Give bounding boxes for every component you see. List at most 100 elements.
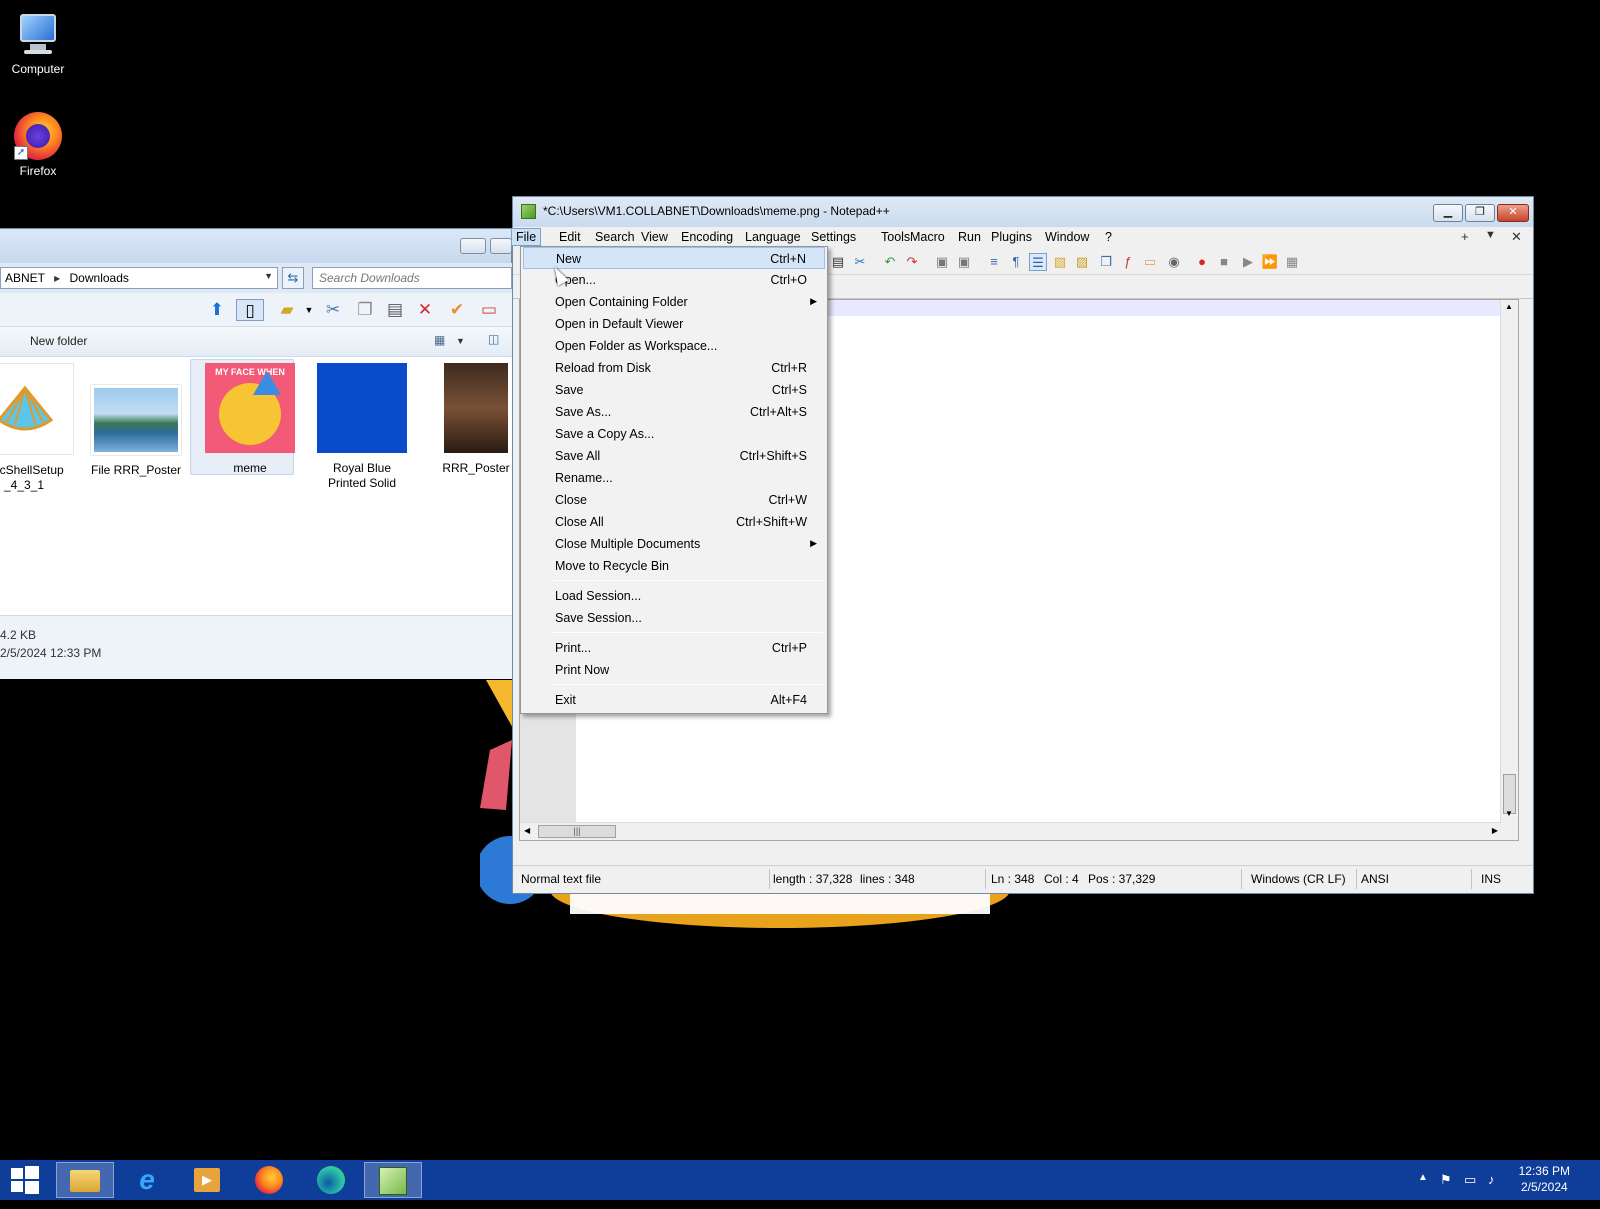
menu-item-print[interactable]: Print... Ctrl+P <box>523 637 825 659</box>
scroll-down-icon[interactable]: ▼ <box>1505 809 1513 818</box>
maximize-button[interactable]: ❐ <box>1465 204 1495 222</box>
view-options-icon[interactable]: ▦ <box>434 333 445 347</box>
indent-guide-icon[interactable]: ▧ <box>1051 253 1069 271</box>
menu-language[interactable]: Language <box>745 230 801 244</box>
record-macro-icon[interactable]: ● <box>1193 253 1211 271</box>
menu-search[interactable]: Search <box>595 230 635 244</box>
undo-icon[interactable]: ↶ <box>881 253 899 271</box>
minimize-button[interactable] <box>460 238 486 254</box>
word-wrap-icon[interactable]: ☰ <box>1029 253 1047 271</box>
menu-window[interactable]: Window <box>1045 230 1089 244</box>
menu-item-save-session[interactable]: Save Session... <box>523 607 825 629</box>
close-tab-icon[interactable]: ✕ <box>1511 229 1522 245</box>
taskbar-edge[interactable] <box>302 1162 360 1198</box>
taskbar-internet-explorer[interactable]: e <box>118 1162 176 1198</box>
menu-item-open-containing-folder[interactable]: Open Containing Folder ▶ <box>523 291 825 313</box>
paste-icon[interactable]: ▤ <box>384 299 406 321</box>
taskbar-media-player[interactable]: ▶ <box>178 1162 236 1198</box>
tab-list-icon[interactable]: ▼ <box>1485 229 1496 241</box>
menu-item-print-now[interactable]: Print Now <box>523 659 825 681</box>
lang-icon[interactable]: ▨ <box>1073 253 1091 271</box>
volume-muted-icon[interactable]: ♪ <box>1488 1172 1495 1187</box>
up-arrow-icon[interactable]: ⬆ <box>206 299 228 321</box>
encoding[interactable]: ANSI <box>1361 872 1389 886</box>
cut-icon[interactable]: ✂ <box>851 253 869 271</box>
folder-check-icon[interactable]: ▰ <box>276 299 298 321</box>
close-button[interactable]: ✕ <box>1497 204 1529 222</box>
save-macro-icon[interactable]: ▦ <box>1283 253 1301 271</box>
system-clock[interactable]: 12:36 PM 2/5/2024 <box>1519 1163 1570 1195</box>
menu-item-close[interactable]: Close Ctrl+W <box>523 489 825 511</box>
zoom-in-icon[interactable]: ≡ <box>985 253 1003 271</box>
stop-macro-icon[interactable]: ■ <box>1215 253 1233 271</box>
delete-icon[interactable]: ✕ <box>414 299 436 321</box>
menu-run[interactable]: Run <box>958 230 981 244</box>
file-item[interactable]: Royal Blue Printed Solid <box>308 363 416 491</box>
menu-file[interactable]: File <box>511 228 542 246</box>
scroll-thumb[interactable]: ||| <box>538 825 616 838</box>
file-item[interactable]: MY FACE WHEN meme <box>190 359 304 476</box>
chevron-down-icon[interactable]: ▼ <box>264 271 273 281</box>
taskbar-file-explorer[interactable] <box>56 1162 114 1198</box>
desktop-icon-computer[interactable]: Computer <box>0 10 76 76</box>
menu-item-close-multiple[interactable]: Close Multiple Documents ▶ <box>523 533 825 555</box>
refresh-button[interactable]: ⇆ <box>282 267 304 289</box>
horizontal-scrollbar[interactable]: ◀ ||| ▶ <box>520 822 1502 840</box>
menu-item-open-default-viewer[interactable]: Open in Default Viewer <box>523 313 825 335</box>
monitoring-icon[interactable]: ◉ <box>1165 253 1183 271</box>
scroll-right-icon[interactable]: ▶ <box>1492 826 1498 835</box>
preview-pane-icon[interactable]: ▯ <box>236 299 264 321</box>
pane-toggle-icon[interactable]: ◫ <box>488 332 499 346</box>
replace-icon[interactable]: ▣ <box>955 253 973 271</box>
new-folder-button[interactable]: New folder <box>30 334 87 348</box>
menu-item-new[interactable]: New Ctrl+N <box>523 247 825 269</box>
menu-tools[interactable]: Tools <box>881 230 910 244</box>
breadcrumb-part[interactable]: Downloads <box>70 271 129 285</box>
play-macro-icon[interactable]: ▶ <box>1239 253 1257 271</box>
show-all-chars-icon[interactable]: ¶ <box>1007 253 1025 271</box>
properties-icon[interactable]: ▭ <box>478 299 500 321</box>
menu-edit[interactable]: Edit <box>559 230 581 244</box>
menu-macro[interactable]: Macro <box>910 230 945 244</box>
menu-encoding[interactable]: Encoding <box>681 230 733 244</box>
chevron-down-icon[interactable]: ▼ <box>298 299 320 321</box>
menu-item-close-all[interactable]: Close All Ctrl+Shift+W <box>523 511 825 533</box>
find-icon[interactable]: ▣ <box>933 253 951 271</box>
tray-expand-icon[interactable]: ▲ <box>1418 1172 1428 1183</box>
menu-item-load-session[interactable]: Load Session... <box>523 585 825 607</box>
redo-icon[interactable]: ↷ <box>903 253 921 271</box>
menu-help[interactable]: ? <box>1105 230 1112 244</box>
doc-map-icon[interactable]: ❐ <box>1097 253 1115 271</box>
breadcrumb-part[interactable]: ABNET <box>5 271 45 285</box>
menu-item-open-folder-workspace[interactable]: Open Folder as Workspace... <box>523 335 825 357</box>
checkmark-icon[interactable]: ✔ <box>446 299 468 321</box>
print-icon[interactable]: ▤ <box>829 253 847 271</box>
menu-item-reload[interactable]: Reload from Disk Ctrl+R <box>523 357 825 379</box>
copy-icon[interactable]: ❐ <box>354 299 376 321</box>
scroll-left-icon[interactable]: ◀ <box>524 826 530 835</box>
folder-workspace-icon[interactable]: ▭ <box>1141 253 1159 271</box>
menu-plugins[interactable]: Plugins <box>991 230 1032 244</box>
minimize-button[interactable]: ▁ <box>1433 204 1463 222</box>
taskbar-firefox[interactable] <box>240 1162 298 1198</box>
new-tab-icon[interactable]: + <box>1461 229 1469 244</box>
menu-settings[interactable]: Settings <box>811 230 856 244</box>
function-list-icon[interactable]: ƒ <box>1119 253 1137 271</box>
search-input[interactable]: Search Downloads <box>312 267 512 289</box>
flag-icon[interactable]: ⚑ <box>1440 1172 1452 1188</box>
address-bar[interactable]: ABNET ▸ Downloads ▼ <box>0 267 278 289</box>
taskbar-notepadpp[interactable] <box>364 1162 422 1198</box>
menu-item-save-as[interactable]: Save As... Ctrl+Alt+S <box>523 401 825 423</box>
menu-item-save-copy-as[interactable]: Save a Copy As... <box>523 423 825 445</box>
network-icon[interactable]: ▭ <box>1464 1172 1476 1188</box>
menu-item-rename[interactable]: Rename... <box>523 467 825 489</box>
menu-item-save[interactable]: Save Ctrl+S <box>523 379 825 401</box>
file-item[interactable]: File RRR_Poster <box>82 363 190 478</box>
scroll-up-icon[interactable]: ▲ <box>1505 302 1513 311</box>
desktop-icon-firefox[interactable]: ➚ Firefox <box>0 112 76 178</box>
menu-item-recycle-bin[interactable]: Move to Recycle Bin <box>523 555 825 577</box>
cut-icon[interactable]: ✂ <box>322 299 344 321</box>
menu-item-save-all[interactable]: Save All Ctrl+Shift+S <box>523 445 825 467</box>
run-macro-multiple-icon[interactable]: ⏩ <box>1261 253 1279 271</box>
file-item[interactable]: asicShellSetup _4_3_1 <box>0 363 78 493</box>
